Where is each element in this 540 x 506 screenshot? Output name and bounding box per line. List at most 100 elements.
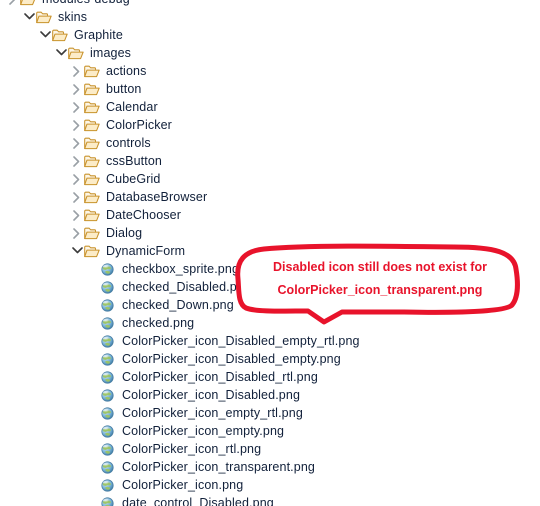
tree-toggle-none [86,332,99,350]
folder-open-icon [68,47,84,60]
tree-row[interactable]: Calendar [0,98,540,116]
tree-row-label: ColorPicker_icon_empty.png [122,424,285,438]
tree-row-label: ColorPicker [106,118,172,132]
globe-file-icon [101,461,114,474]
chevron-right-icon [73,210,80,221]
tree-row[interactable]: date_control_Disabled.png [0,494,540,506]
folder-open-icon [84,173,100,186]
tree-row-label: actions [106,64,147,78]
tree-row-label: skins [58,10,88,24]
globe-file-icon [101,407,114,420]
tree-row[interactable]: ColorPicker_icon_empty.png [0,422,540,440]
tree-toggle-collapsed[interactable] [6,0,19,8]
tree-row[interactable]: DateChooser [0,206,540,224]
folder-open-icon [84,227,100,240]
tree-toggle-collapsed[interactable] [70,80,83,98]
globe-file-icon [101,425,114,438]
tree-toggle-collapsed[interactable] [70,224,83,242]
tree-row[interactable]: actions [0,62,540,80]
tree-toggle-expanded[interactable] [70,242,83,260]
folder-icon [19,0,37,8]
tree-row-label: checked_Disabled.png [122,280,251,294]
folder-icon [83,116,101,134]
tree-row[interactable]: Graphite [0,26,540,44]
tree-toggle-expanded[interactable] [38,26,51,44]
tree-row[interactable]: ColorPicker_icon_transparent.png [0,458,540,476]
tree-row[interactable]: DatabaseBrowser [0,188,540,206]
tree-row[interactable]: images [0,44,540,62]
tree-toggle-none [86,368,99,386]
globe-file-icon [101,299,114,312]
folder-icon [83,98,101,116]
chevron-right-icon [73,102,80,113]
file-tree[interactable]: modules-debug skins Graphite images actions b… [0,0,540,506]
folder-open-icon [84,101,100,114]
tree-row[interactable]: ColorPicker_icon_empty_rtl.png [0,404,540,422]
globe-icon [99,368,117,386]
chevron-right-icon [73,138,80,149]
globe-icon [99,296,117,314]
tree-toggle-collapsed[interactable] [70,98,83,116]
tree-toggle-expanded[interactable] [22,8,35,26]
tree-row-label: DatabaseBrowser [106,190,208,204]
folder-icon [35,8,53,26]
tree-row[interactable]: checked_Down.png [0,296,540,314]
file-tree-screenshot: modules-debug skins Graphite images actions b… [0,0,540,506]
tree-row[interactable]: modules-debug [0,0,540,8]
tree-row[interactable]: checked_Disabled.png [0,278,540,296]
globe-file-icon [101,353,114,366]
tree-row-label: ColorPicker_icon_empty_rtl.png [122,406,303,420]
tree-row[interactable]: ColorPicker [0,116,540,134]
tree-row[interactable]: ColorPicker_icon_Disabled_rtl.png [0,368,540,386]
tree-row-label: DateChooser [106,208,182,222]
tree-row[interactable]: controls [0,134,540,152]
folder-open-icon [84,119,100,132]
tree-row-label: cssButton [106,154,163,168]
globe-file-icon [101,263,114,276]
tree-row[interactable]: ColorPicker_icon.png [0,476,540,494]
tree-row[interactable]: DynamicForm [0,242,540,260]
tree-row-label: ColorPicker_icon_Disabled.png [122,388,301,402]
folder-open-icon [20,0,36,6]
folder-icon [83,152,101,170]
tree-toggle-none [86,494,99,506]
tree-row[interactable]: CubeGrid [0,170,540,188]
tree-toggle-none [86,296,99,314]
tree-toggle-none [86,314,99,332]
folder-open-icon [52,29,68,42]
tree-toggle-none [86,350,99,368]
folder-open-icon [84,137,100,150]
tree-toggle-collapsed[interactable] [70,134,83,152]
tree-row[interactable]: ColorPicker_icon_Disabled_empty_rtl.png [0,332,540,350]
tree-row[interactable]: checkbox_sprite.png [0,260,540,278]
tree-toggle-collapsed[interactable] [70,62,83,80]
tree-toggle-none [86,404,99,422]
tree-row[interactable]: ColorPicker_icon_rtl.png [0,440,540,458]
tree-row-label: Calendar [106,100,158,114]
tree-row-label: ColorPicker_icon_transparent.png [122,460,315,474]
folder-icon [83,80,101,98]
tree-row-label: controls [106,136,151,150]
tree-toggle-collapsed[interactable] [70,152,83,170]
tree-toggle-collapsed[interactable] [70,116,83,134]
tree-row[interactable]: button [0,80,540,98]
tree-toggle-collapsed[interactable] [70,188,83,206]
tree-row[interactable]: ColorPicker_icon_Disabled.png [0,386,540,404]
tree-row-label: ColorPicker_icon_rtl.png [122,442,262,456]
tree-toggle-collapsed[interactable] [70,206,83,224]
globe-icon [99,404,117,422]
tree-row-label: images [90,46,132,60]
tree-row[interactable]: skins [0,8,540,26]
globe-file-icon [101,281,114,294]
tree-row[interactable]: ColorPicker_icon_Disabled_empty.png [0,350,540,368]
tree-row[interactable]: cssButton [0,152,540,170]
tree-row-label: Dialog [106,226,143,240]
tree-row[interactable]: checked.png [0,314,540,332]
tree-row[interactable]: Dialog [0,224,540,242]
tree-row-label: checked.png [122,316,195,330]
folder-icon [83,62,101,80]
tree-toggle-collapsed[interactable] [70,170,83,188]
globe-icon [99,422,117,440]
tree-toggle-expanded[interactable] [54,44,67,62]
folder-icon [83,206,101,224]
